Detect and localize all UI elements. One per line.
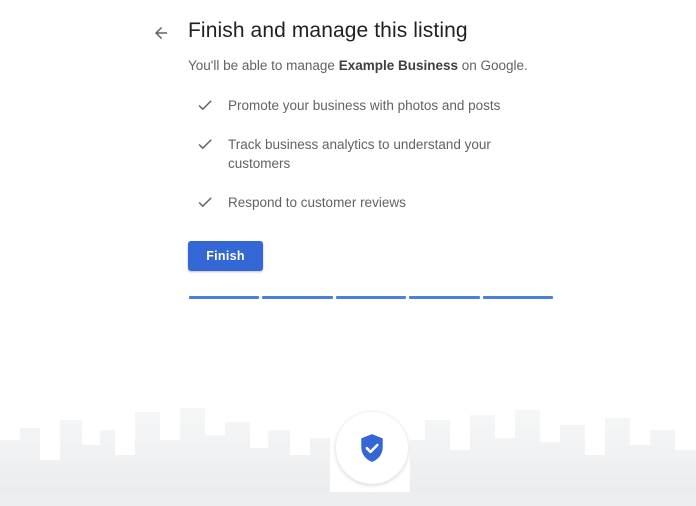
page-title: Finish and manage this listing — [188, 19, 468, 42]
progress-segment — [189, 296, 260, 299]
verified-badge — [336, 412, 408, 484]
benefit-text: Promote your business with photos and po… — [228, 98, 501, 113]
back-button[interactable] — [148, 20, 174, 46]
benefit-text: Track business analytics to understand y… — [228, 137, 491, 171]
subtitle-suffix: on Google. — [458, 58, 528, 73]
progress-segment — [335, 296, 407, 299]
business-name: Example Business — [338, 58, 459, 73]
page-subtitle: You'll be able to manage Example Busines… — [188, 58, 528, 73]
benefit-item: Promote your business with photos and po… — [196, 96, 536, 115]
benefit-text: Respond to customer reviews — [228, 195, 406, 210]
progress-bar — [189, 296, 554, 300]
progress-segment — [482, 296, 554, 299]
progress-segment — [409, 296, 480, 299]
finish-button[interactable]: Finish — [188, 241, 263, 271]
arrow-back-icon — [155, 27, 167, 39]
check-icon — [198, 197, 212, 208]
check-icon — [198, 100, 212, 111]
progress-segment — [262, 296, 333, 299]
benefit-item: Respond to customer reviews — [196, 193, 536, 212]
benefit-item: Track business analytics to understand y… — [196, 135, 536, 173]
verified-shield-icon — [361, 434, 383, 462]
subtitle-prefix: You'll be able to manage — [188, 58, 339, 73]
check-icon — [198, 139, 212, 150]
